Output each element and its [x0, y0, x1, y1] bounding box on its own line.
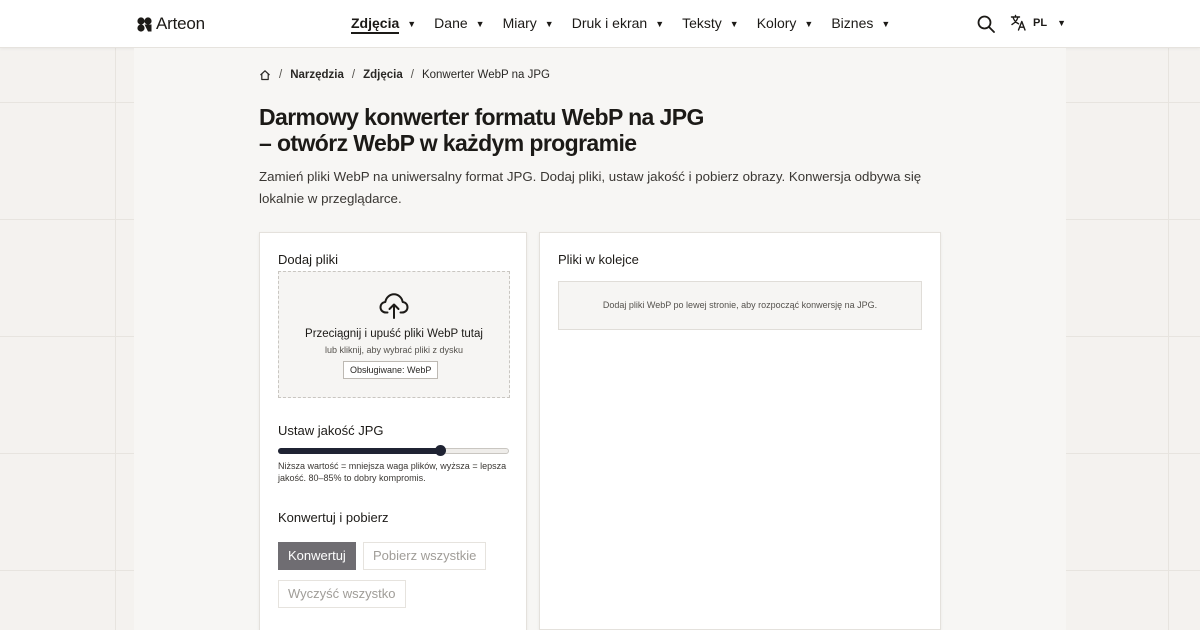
- nav-item-kolory[interactable]: Kolory ▼: [757, 15, 814, 34]
- converter-settings-card: Dodaj pliki Przeciągnij i upuść pliki We…: [259, 232, 527, 630]
- caret-down-icon: ▼: [655, 19, 665, 29]
- caret-down-icon: ▼: [407, 19, 417, 29]
- brand-logo[interactable]: Arteon: [137, 14, 205, 34]
- search-icon[interactable]: [977, 15, 995, 33]
- nav-item-label: Teksty: [682, 14, 722, 31]
- page-lead: Zamień pliki WebP na uniwersalny format …: [259, 169, 922, 206]
- nav-item-miary[interactable]: Miary ▼: [503, 15, 554, 34]
- language-switcher[interactable]: PL ▼: [1010, 14, 1066, 31]
- nav-item-label: Miary: [502, 14, 537, 31]
- nav-item-druk-i-ekran[interactable]: Druk i ekran ▼: [572, 15, 664, 34]
- caret-down-icon: ▼: [475, 19, 485, 29]
- main-content: / Narzędzia / Zdjęcia / Konwerter WebP n…: [134, 48, 1066, 630]
- nav-item-label: Kolory: [756, 14, 797, 31]
- upload-section-title: Dodaj pliki: [278, 252, 338, 267]
- breadcrumb-current: Konwerter WebP na JPG: [421, 69, 550, 81]
- nav-item-label: Zdjęcia: [351, 15, 400, 34]
- nav-item-biznes[interactable]: Biznes ▼: [831, 15, 890, 34]
- breadcrumb-separator: /: [279, 69, 283, 81]
- main-nav: Zdjęcia ▼ Dane ▼ Miary ▼ Druk i ekran ▼ …: [351, 0, 908, 48]
- actions-section-title: Konwertuj i pobierz: [278, 510, 389, 525]
- nav-item-label: Dane: [434, 14, 468, 31]
- queue-title: Pliki w kolejce: [558, 252, 639, 267]
- nav-item-teksty[interactable]: Teksty ▼: [682, 15, 739, 34]
- breadcrumb: / Narzędzia / Zdjęcia / Konwerter WebP n…: [259, 69, 550, 81]
- cloud-upload-icon: [379, 293, 409, 319]
- brand-name: Arteon: [156, 14, 205, 33]
- nav-item-zdjecia[interactable]: Zdjęcia ▼: [351, 15, 416, 34]
- caret-down-icon: ▼: [881, 19, 891, 29]
- breadcrumb-item-zdjecia[interactable]: Zdjęcia: [363, 69, 403, 81]
- quality-slider[interactable]: [278, 445, 509, 457]
- nav-item-dane[interactable]: Dane ▼: [434, 15, 484, 34]
- supported-formats-badge: Obsługiwane: WebP: [343, 361, 439, 379]
- caret-down-icon: ▼: [544, 19, 554, 29]
- slider-fill: [278, 448, 440, 454]
- translate-icon: [1010, 14, 1026, 31]
- caret-down-icon: ▼: [729, 19, 739, 29]
- breadcrumb-separator: /: [410, 69, 414, 81]
- nav-item-label: Biznes: [831, 14, 874, 31]
- queue-empty-state: Dodaj pliki WebP po lewej stronie, aby r…: [558, 281, 922, 330]
- file-queue-card: Pliki w kolejce Dodaj pliki WebP po lewe…: [539, 232, 941, 630]
- caret-down-icon: ▼: [804, 19, 814, 29]
- breadcrumb-separator: /: [351, 69, 356, 81]
- nav-item-label: Druk i ekran: [571, 14, 648, 31]
- convert-button[interactable]: Konwertuj: [278, 542, 356, 570]
- clear-all-button[interactable]: Wyczyść wszystko: [278, 580, 406, 608]
- page-title: Darmowy konwerter formatu WebP na JPG – …: [259, 104, 704, 156]
- quality-section-title: Ustaw jakość JPG: [278, 423, 384, 438]
- slider-thumb[interactable]: [434, 445, 446, 456]
- language-code: PL: [1033, 16, 1048, 29]
- breadcrumb-item-narzedzia[interactable]: Narzędzia: [290, 69, 344, 81]
- caret-down-icon: ▼: [1057, 17, 1066, 28]
- top-header: Arteon Zdjęcia ▼ Dane ▼ Miary ▼ Druk i e…: [0, 0, 1200, 48]
- download-all-button[interactable]: Pobierz wszystkie: [363, 542, 487, 570]
- dropzone-subtitle: lub kliknij, aby wybrać pliki z dysku: [324, 345, 464, 355]
- dropzone-title: Przeciągnij i upuść pliki WebP tutaj: [305, 328, 483, 340]
- home-icon[interactable]: [259, 69, 271, 81]
- quality-hint: Niższa wartość = mniejsza waga plików, w…: [278, 461, 507, 483]
- file-dropzone[interactable]: Przeciągnij i upuść pliki WebP tutaj lub…: [278, 271, 510, 398]
- arteon-logo-icon: [137, 16, 152, 32]
